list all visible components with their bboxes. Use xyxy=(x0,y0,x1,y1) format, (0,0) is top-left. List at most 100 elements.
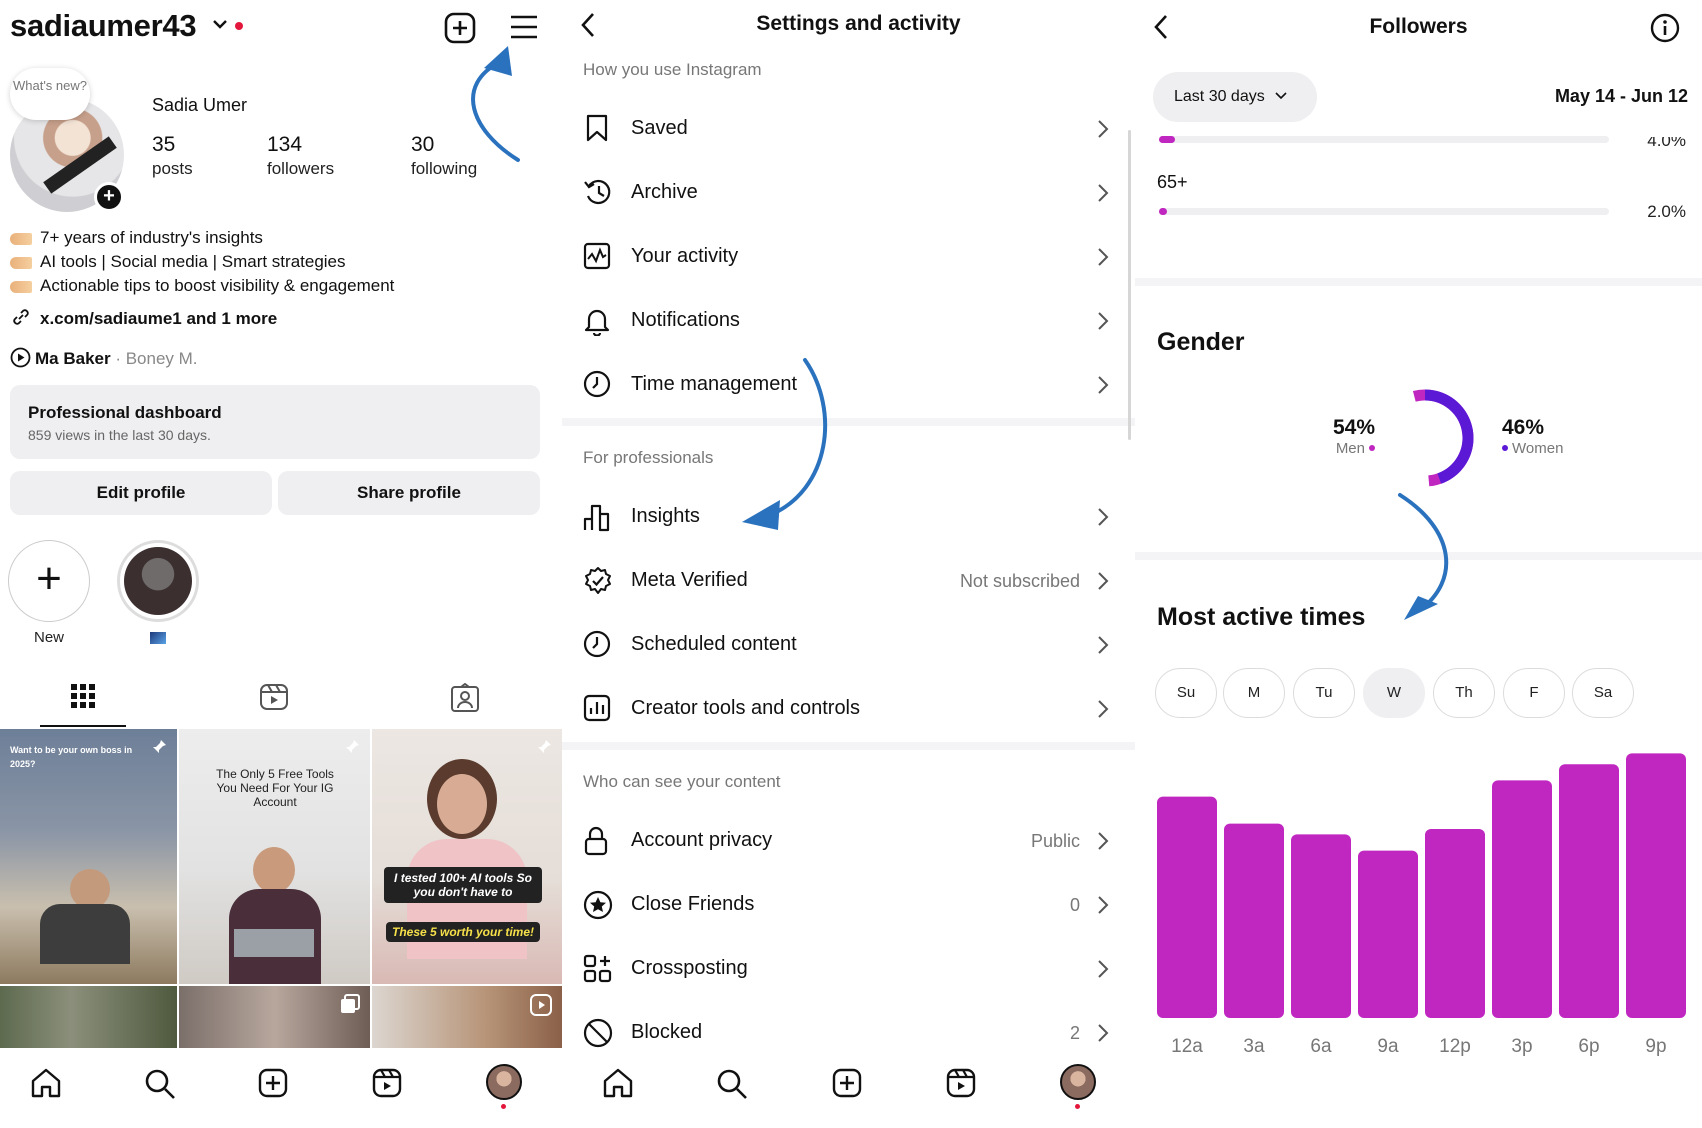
posts-grid: Want to be your own boss in 2025? The On… xyxy=(0,729,562,1049)
settings-item-creator-tools[interactable]: Creator tools and controls xyxy=(562,680,1135,736)
x-tick-label: 12a xyxy=(1171,1036,1203,1057)
stat-number: 35 xyxy=(152,133,176,156)
bar-6p[interactable] xyxy=(1559,764,1619,1018)
post-tile[interactable]: The Only 5 Free Tools You Need For Your … xyxy=(179,729,370,984)
day-chip[interactable]: M xyxy=(1223,668,1285,718)
settings-item-label: Scheduled content xyxy=(631,633,797,655)
settings-item-insights[interactable]: Insights xyxy=(562,488,1135,544)
home-icon[interactable] xyxy=(30,1068,62,1098)
settings-item-label: Crossposting xyxy=(631,957,748,979)
post-caption: The Only 5 Free Tools You Need For Your … xyxy=(216,767,334,809)
gender-percent: 54% xyxy=(1332,416,1375,439)
search-icon[interactable] xyxy=(716,1068,748,1100)
chevron-right-icon xyxy=(1098,508,1109,526)
search-icon[interactable] xyxy=(144,1068,176,1100)
post-tile[interactable] xyxy=(179,986,370,1049)
profile-screen: sadiaumer43 What's new? + Sadia Umer 35 … xyxy=(0,0,562,1128)
chevron-right-icon xyxy=(1098,312,1109,330)
age-percent: 4.0% xyxy=(1647,131,1686,150)
post-tile[interactable] xyxy=(372,986,562,1049)
share-profile-button[interactable]: Share profile xyxy=(278,471,540,515)
post-tile[interactable]: I tested 100+ AI tools So you don't have… xyxy=(372,729,562,984)
chevron-down-icon[interactable] xyxy=(212,18,228,30)
profile-display-name: Sadia Umer xyxy=(152,95,248,115)
story-highlight[interactable] xyxy=(117,540,199,622)
stat-followers[interactable]: 134 followers xyxy=(267,133,334,179)
post-tile[interactable] xyxy=(0,986,177,1049)
day-chip[interactable]: Su xyxy=(1155,668,1217,718)
whats-new-bubble[interactable]: What's new? xyxy=(10,68,90,120)
create-icon[interactable] xyxy=(258,1068,288,1098)
chevron-right-icon xyxy=(1098,896,1109,914)
info-icon[interactable] xyxy=(1649,12,1681,44)
bar-6a[interactable] xyxy=(1291,834,1351,1018)
settings-item-archive[interactable]: Archive xyxy=(562,164,1135,220)
bio-line: 7+ years of industry's insights xyxy=(10,228,263,248)
settings-item-saved[interactable]: Saved xyxy=(562,100,1135,156)
professional-dashboard[interactable]: Professional dashboard 859 views in the … xyxy=(10,385,540,459)
reels-nav-icon[interactable] xyxy=(946,1068,976,1098)
day-chip[interactable]: Sa xyxy=(1572,668,1634,718)
settings-item-meta-verified[interactable]: Meta Verified Not subscribed xyxy=(562,552,1135,608)
day-chip[interactable]: W xyxy=(1363,668,1425,718)
bar-3a[interactable] xyxy=(1224,823,1284,1018)
stat-posts[interactable]: 35 posts xyxy=(152,133,193,179)
home-icon[interactable] xyxy=(602,1068,634,1098)
profile-music[interactable]: Ma Baker · Boney M. xyxy=(10,347,198,369)
new-highlight-button[interactable]: + xyxy=(8,540,90,622)
chevron-right-icon xyxy=(1098,700,1109,718)
menu-icon[interactable] xyxy=(509,14,539,40)
grid-icon[interactable] xyxy=(70,683,96,709)
carousel-icon xyxy=(341,994,360,1013)
page-title: Settings and activity xyxy=(756,12,961,35)
scrollbar[interactable] xyxy=(1128,130,1131,440)
settings-screen: Settings and activity How you use Instag… xyxy=(562,0,1135,1128)
day-chip[interactable]: Tu xyxy=(1293,668,1355,718)
day-chip[interactable]: F xyxy=(1503,668,1565,718)
settings-item-notifications[interactable]: Notifications xyxy=(562,292,1135,348)
tagged-icon[interactable] xyxy=(450,683,480,713)
link-text[interactable]: x.com/sadiaume1 and 1 more xyxy=(40,309,277,328)
edit-profile-button[interactable]: Edit profile xyxy=(10,471,272,515)
pointing-hand-icon xyxy=(10,280,32,293)
bar-9p[interactable] xyxy=(1626,753,1686,1018)
gender-donut-chart xyxy=(1376,389,1474,487)
profile-link[interactable]: x.com/sadiaume1 and 1 more xyxy=(10,306,277,329)
settings-item-label: Insights xyxy=(631,505,700,527)
notification-dot xyxy=(235,22,243,30)
settings-item-value: 0 xyxy=(1069,895,1080,915)
settings-item-account-privacy[interactable]: Account privacy Public xyxy=(562,812,1135,868)
stat-number: 30 xyxy=(411,133,435,156)
x-tick-label: 6a xyxy=(1310,1036,1332,1057)
settings-item-crossposting[interactable]: Crossposting xyxy=(562,940,1135,996)
bar-12a[interactable] xyxy=(1157,796,1217,1018)
music-artist: · Boney M. xyxy=(110,349,198,368)
bar-3p[interactable] xyxy=(1492,780,1552,1018)
settings-item-time-management[interactable]: Time management xyxy=(562,356,1135,412)
bottom-navigation xyxy=(0,1048,562,1128)
reels-icon[interactable] xyxy=(259,683,289,711)
activity-icon xyxy=(583,242,611,270)
post-tile[interactable]: Want to be your own boss in 2025? xyxy=(0,729,177,984)
bell-icon xyxy=(584,309,610,336)
profile-username[interactable]: sadiaumer43 xyxy=(10,8,197,44)
day-chip[interactable]: Th xyxy=(1433,668,1495,718)
stat-following[interactable]: 30 following xyxy=(411,133,477,179)
add-story-icon[interactable]: + xyxy=(94,182,124,212)
bar-12p[interactable] xyxy=(1425,829,1485,1018)
date-range-dropdown[interactable]: Last 30 days xyxy=(1153,72,1317,122)
profile-avatar[interactable] xyxy=(486,1064,522,1100)
settings-item-label: Saved xyxy=(631,117,688,139)
profile-avatar[interactable] xyxy=(1060,1064,1096,1100)
reels-nav-icon[interactable] xyxy=(372,1068,402,1098)
highlight-thumbnail-icon xyxy=(150,632,166,644)
settings-item-your-activity[interactable]: Your activity xyxy=(562,228,1135,284)
settings-item-scheduled-content[interactable]: Scheduled content xyxy=(562,616,1135,672)
settings-item-close-friends[interactable]: Close Friends 0 xyxy=(562,876,1135,932)
create-icon[interactable] xyxy=(832,1068,862,1098)
reel-badge-icon xyxy=(530,994,552,1016)
chevron-right-icon xyxy=(1098,184,1109,202)
new-post-icon[interactable] xyxy=(444,12,476,44)
bar-9a[interactable] xyxy=(1358,850,1418,1018)
gender-men: 54% Men xyxy=(1289,416,1375,457)
